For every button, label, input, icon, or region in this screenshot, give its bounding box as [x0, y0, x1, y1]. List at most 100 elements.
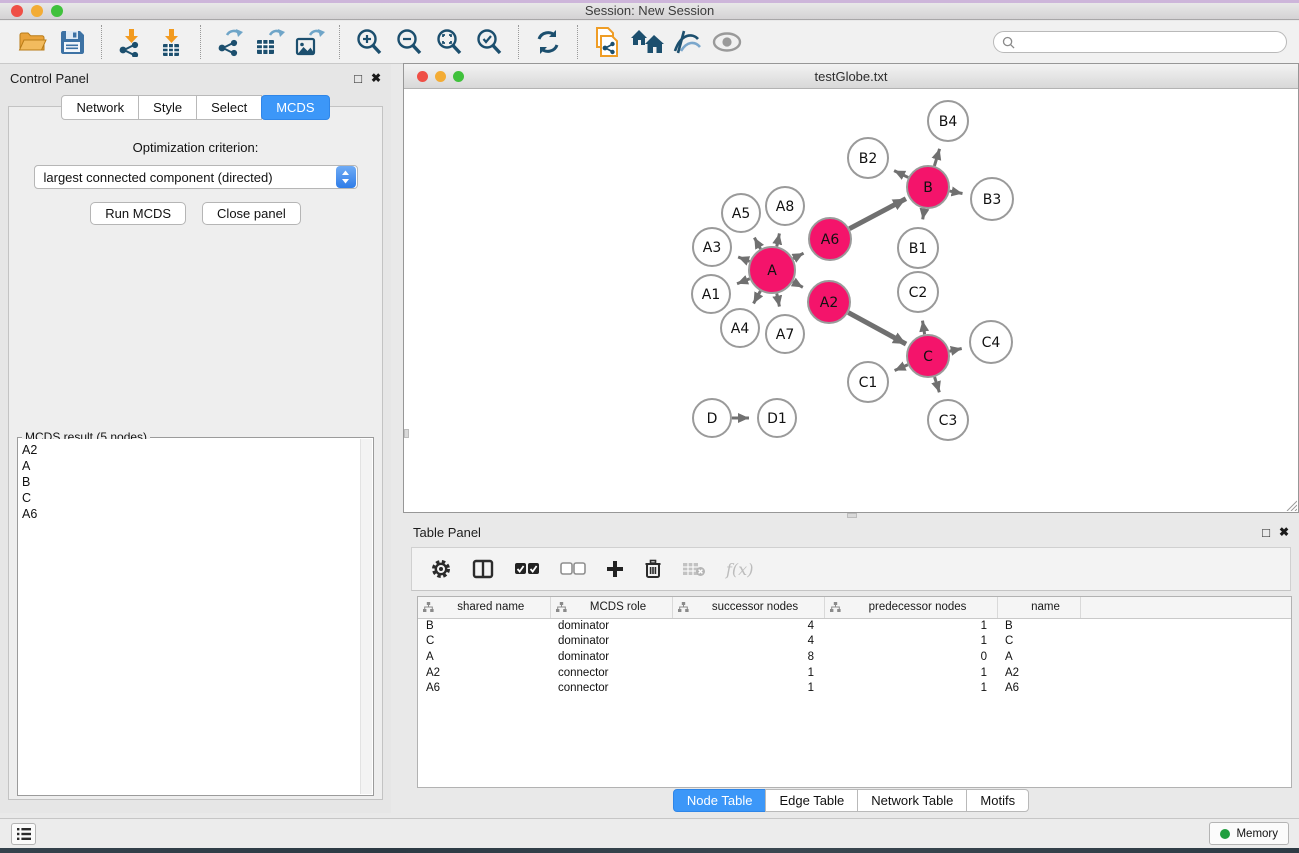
delete-table-button[interactable] [682, 561, 706, 577]
import-network-button[interactable] [113, 24, 149, 60]
task-history-button[interactable] [11, 823, 36, 845]
new-network-from-selection-button[interactable] [589, 24, 625, 60]
graph-edge-A-A6[interactable] [793, 253, 803, 259]
tab-select[interactable]: Select [196, 95, 262, 120]
close-table-panel-icon[interactable]: ✖ [1279, 526, 1289, 538]
zoom-in-button[interactable] [351, 24, 387, 60]
graph-node-label-C4: C4 [982, 335, 1001, 351]
graph-edge-A6-B[interactable] [849, 199, 905, 229]
zoom-fit-button[interactable] [431, 24, 467, 60]
search-input[interactable] [1020, 33, 1278, 51]
titlebar: Session: New Session [0, 0, 1299, 20]
memory-button[interactable]: Memory [1209, 822, 1289, 845]
plus-icon [606, 560, 624, 578]
show-columns-button[interactable] [472, 559, 494, 579]
view-splitter-handle[interactable] [404, 429, 409, 438]
eye-slash-icon [671, 29, 703, 55]
graph-edge-A-A2[interactable] [793, 282, 803, 288]
float-panel-icon[interactable]: □ [354, 72, 362, 85]
function-builder-button[interactable]: f(x) [726, 560, 753, 579]
graph-edge-A2-C[interactable] [848, 313, 906, 344]
network-canvas[interactable]: B4B2BB3A5A8A6A3AB1A1A2C2A4A7C4CC1DD1C3 [404, 89, 1298, 512]
delete-column-button[interactable] [644, 559, 662, 579]
graph-edge-B-B1[interactable] [923, 209, 925, 220]
tab-edge-table[interactable]: Edge Table [765, 789, 858, 812]
show-eye-button[interactable] [709, 24, 745, 60]
tab-network-table[interactable]: Network Table [857, 789, 967, 812]
unchecked-boxes-icon [560, 562, 586, 576]
select-all-rows-button[interactable] [514, 562, 540, 576]
tab-style[interactable]: Style [138, 95, 197, 120]
graph-edge-B-B3[interactable] [950, 191, 963, 193]
session-title: Session: New Session [0, 3, 1299, 18]
table-row[interactable]: A6connector11A6 [418, 680, 1291, 696]
float-table-panel-icon[interactable]: □ [1262, 526, 1270, 539]
table-row[interactable]: Cdominator41C [418, 634, 1291, 650]
close-panel-button[interactable]: Close panel [202, 202, 301, 225]
mcds-result-list[interactable]: A2ABCA6 [19, 439, 360, 794]
result-scrollbar[interactable] [360, 439, 372, 794]
window-resize-grip[interactable] [1284, 498, 1297, 511]
column-header-mcds-role[interactable]: MCDS role [550, 597, 672, 618]
graph-edge-A-A8[interactable] [777, 233, 780, 246]
result-item[interactable]: B [22, 474, 360, 490]
graph-node-label-A3: A3 [703, 240, 721, 256]
gear-icon [430, 558, 452, 580]
import-table-button[interactable] [153, 24, 189, 60]
graph-node-label-A5: A5 [732, 206, 750, 222]
result-item[interactable]: A [22, 458, 360, 474]
add-column-button[interactable] [606, 560, 624, 578]
graph-edge-A-A7[interactable] [777, 294, 780, 307]
export-image-button[interactable] [292, 24, 328, 60]
run-mcds-button[interactable]: Run MCDS [90, 202, 186, 225]
graph-edge-A-A3[interactable] [738, 257, 749, 261]
save-session-button[interactable] [54, 24, 90, 60]
node-table-container: shared name MCDS role successor nodes pr… [417, 596, 1292, 788]
export-network-button[interactable] [212, 24, 248, 60]
graph-node-label-A6: A6 [821, 232, 840, 248]
column-header-shared-name[interactable]: shared name [418, 597, 550, 618]
search-field[interactable] [993, 31, 1287, 53]
open-folder-icon [17, 28, 47, 56]
table-row[interactable]: Adominator80A [418, 649, 1291, 665]
graph-edge-A-A5[interactable] [754, 238, 760, 249]
tab-motifs[interactable]: Motifs [966, 789, 1029, 812]
table-row[interactable]: Bdominator41B [418, 618, 1291, 634]
criterion-select[interactable]: largest connected component (directed) [34, 165, 358, 189]
export-table-button[interactable] [252, 24, 288, 60]
tab-node-table[interactable]: Node Table [673, 789, 767, 812]
double-home-icon [630, 29, 664, 55]
graph-edge-C-C4[interactable] [949, 349, 961, 352]
close-panel-icon[interactable]: ✖ [371, 72, 381, 84]
graph-edge-C-C2[interactable] [922, 321, 924, 335]
graph-edge-B-B2[interactable] [894, 171, 908, 178]
graph-edge-B-B4[interactable] [934, 149, 939, 166]
graph-edge-A-A4[interactable] [754, 291, 761, 303]
refresh-button[interactable] [530, 24, 566, 60]
tab-network[interactable]: Network [61, 95, 139, 120]
column-header-successor-nodes[interactable]: successor nodes [672, 597, 824, 618]
tab-mcds[interactable]: MCDS [261, 95, 329, 120]
table-settings-button[interactable] [430, 558, 452, 580]
column-header-name[interactable]: name [997, 597, 1080, 618]
graph-edge-C-C3[interactable] [935, 377, 940, 392]
table-tabs: Node Table Edge Table Network Table Moti… [403, 789, 1299, 812]
table-row[interactable]: A2connector11A2 [418, 665, 1291, 681]
column-header-predecessor-nodes[interactable]: predecessor nodes [824, 597, 997, 618]
result-item[interactable]: C [22, 490, 360, 506]
home-view-button[interactable] [629, 24, 665, 60]
open-session-button[interactable] [14, 24, 50, 60]
network-window-titlebar[interactable]: testGlobe.txt [404, 64, 1298, 89]
table-cell: connector [550, 680, 672, 696]
zoom-selected-button[interactable] [471, 24, 507, 60]
graph-edge-C-C1[interactable] [895, 365, 908, 371]
graph-node-label-B1: B1 [909, 241, 928, 257]
zoom-out-icon [394, 27, 424, 57]
result-item[interactable]: A6 [22, 506, 360, 522]
select-stepper-icon [336, 166, 356, 188]
deselect-all-rows-button[interactable] [560, 562, 586, 576]
result-item[interactable]: A2 [22, 442, 360, 458]
hide-graphics-details-button[interactable] [669, 24, 705, 60]
zoom-out-button[interactable] [391, 24, 427, 60]
graph-edge-A-A1[interactable] [737, 279, 750, 284]
